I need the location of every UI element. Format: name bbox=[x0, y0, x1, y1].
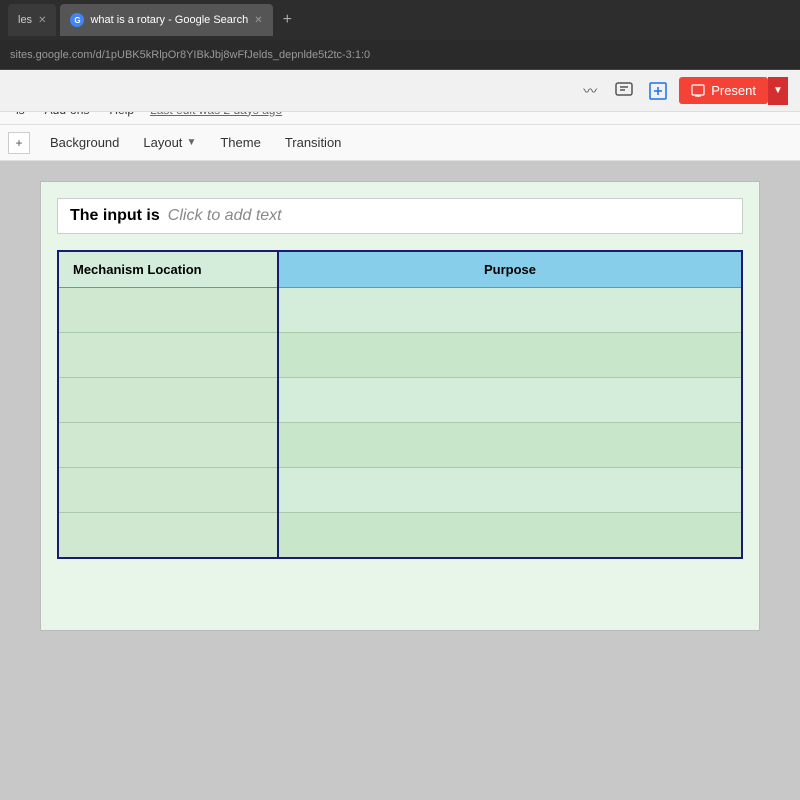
add-slide-icon[interactable] bbox=[647, 80, 669, 102]
mechanism-cell-2[interactable] bbox=[58, 378, 278, 423]
activity-icon[interactable]: 〰 bbox=[579, 80, 601, 102]
col-header-mechanism: Mechanism Location bbox=[58, 251, 278, 288]
purpose-cell-4[interactable] bbox=[278, 468, 742, 513]
purpose-cell-5[interactable] bbox=[278, 513, 742, 558]
mechanism-cell-1[interactable] bbox=[58, 333, 278, 378]
slide-toolbar: + Background Layout ▼ Theme Transition bbox=[0, 125, 800, 161]
address-text: sites.google.com/d/1pUBK5kRlpOr8YIBkJbj8… bbox=[10, 49, 370, 61]
transition-label: Transition bbox=[285, 135, 342, 150]
top-bar: les ✕ G what is a rotary - Google Search… bbox=[0, 0, 800, 95]
address-bar[interactable]: sites.google.com/d/1pUBK5kRlpOr8YIBkJbj8… bbox=[0, 40, 800, 70]
background-label: Background bbox=[50, 135, 119, 150]
present-dropdown-button[interactable]: ▼ bbox=[768, 77, 788, 105]
background-button[interactable]: Background bbox=[40, 130, 129, 155]
toolbar-expand-button[interactable]: + bbox=[8, 132, 30, 154]
browser-tab-2[interactable]: G what is a rotary - Google Search ✕ bbox=[60, 4, 272, 36]
table-body bbox=[58, 288, 742, 558]
table-row[interactable] bbox=[58, 378, 742, 423]
comment-icon[interactable] bbox=[613, 80, 635, 102]
mechanism-cell-0[interactable] bbox=[58, 288, 278, 333]
tab1-close-icon[interactable]: ✕ bbox=[38, 15, 46, 26]
present-button[interactable]: Present bbox=[679, 77, 768, 104]
mechanism-cell-4[interactable] bbox=[58, 468, 278, 513]
layout-button[interactable]: Layout ▼ bbox=[133, 130, 206, 155]
table-row[interactable] bbox=[58, 288, 742, 333]
table-row[interactable] bbox=[58, 423, 742, 468]
mechanism-cell-5[interactable] bbox=[58, 513, 278, 558]
table-header-row: Mechanism Location Purpose bbox=[58, 251, 742, 288]
purpose-cell-1[interactable] bbox=[278, 333, 742, 378]
purpose-cell-3[interactable] bbox=[278, 423, 742, 468]
purpose-cell-0[interactable] bbox=[278, 288, 742, 333]
table-row[interactable] bbox=[58, 468, 742, 513]
theme-button[interactable]: Theme bbox=[210, 130, 270, 155]
toolbar-icons: 〰 bbox=[579, 80, 669, 102]
new-tab-button[interactable]: + bbox=[277, 11, 298, 29]
tab-strip: les ✕ G what is a rotary - Google Search… bbox=[8, 4, 792, 36]
present-label: Present bbox=[711, 83, 756, 98]
table-row[interactable] bbox=[58, 333, 742, 378]
layout-chevron-icon: ▼ bbox=[186, 137, 196, 148]
table-row[interactable] bbox=[58, 513, 742, 558]
slide-title-prefix: The input is bbox=[70, 207, 160, 225]
slide-area: The input is Click to add text Mechanism… bbox=[0, 161, 800, 800]
tab2-close-icon[interactable]: ✕ bbox=[254, 15, 262, 26]
slide-title-placeholder[interactable]: Click to add text bbox=[168, 207, 282, 225]
purpose-cell-2[interactable] bbox=[278, 378, 742, 423]
tab2-favicon: G bbox=[70, 13, 84, 27]
tab2-label: what is a rotary - Google Search bbox=[90, 14, 248, 26]
mechanism-cell-3[interactable] bbox=[58, 423, 278, 468]
browser-tab-1[interactable]: les ✕ bbox=[8, 4, 56, 36]
theme-label: Theme bbox=[220, 135, 260, 150]
col-header-purpose: Purpose bbox=[278, 251, 742, 288]
transition-button[interactable]: Transition bbox=[275, 130, 352, 155]
slide-title-area[interactable]: The input is Click to add text bbox=[57, 198, 743, 234]
browser-chrome: les ✕ G what is a rotary - Google Search… bbox=[0, 0, 800, 40]
data-table: Mechanism Location Purpose bbox=[57, 250, 743, 559]
layout-label: Layout bbox=[143, 135, 182, 150]
tab1-label: les bbox=[18, 14, 32, 26]
app-toolbar: 〰 bbox=[0, 70, 800, 112]
slide-content: The input is Click to add text Mechanism… bbox=[40, 181, 760, 631]
main-layout: les ✕ G what is a rotary - Google Search… bbox=[0, 0, 800, 800]
